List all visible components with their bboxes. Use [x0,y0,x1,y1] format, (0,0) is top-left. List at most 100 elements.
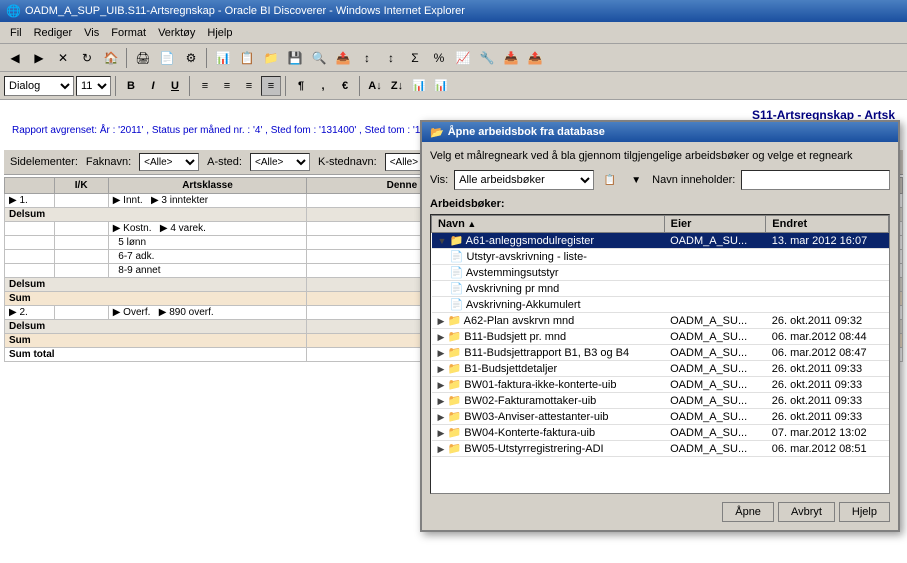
format-extra3[interactable]: € [335,76,355,96]
arbeidsbøker-label: Arbeidsbøker: [430,198,890,210]
tb2[interactable]: 📋 [236,47,258,69]
col-eier[interactable]: Eier [664,216,766,233]
stop-btn[interactable]: ✕ [52,47,74,69]
tb11[interactable]: 📈 [452,47,474,69]
col-endret[interactable]: Endret [766,216,889,233]
dialog-vis-row: Vis: Alle arbeidsbøker 📋 ▼ Navn innehold… [430,170,890,190]
home-btn[interactable]: 🏠 [100,47,122,69]
sep5 [285,76,287,96]
format-extra2[interactable]: , [313,76,333,96]
navn-input[interactable] [741,170,890,190]
workbook-row[interactable]: 📄 Avstemmingsutstyr [432,265,889,281]
menu-vis[interactable]: Vis [78,25,105,41]
title-text: OADM_A_SUP_UIB.S11-Artsregnskap - Oracle… [25,5,465,17]
workbook-name: ▶ 📁 BW03-Anviser-attestanter-uib [432,409,665,425]
align-right-btn[interactable]: ≡ [239,76,259,96]
format-extra5[interactable]: Z↓ [387,76,407,96]
tb6[interactable]: 📤 [332,47,354,69]
title-bar: 🌐 OADM_A_SUP_UIB.S11-Artsregnskap - Orac… [0,0,907,22]
tb5[interactable]: 🔍 [308,47,330,69]
workbook-row[interactable]: ▼ 📁 A61-anleggsmodulregisterOADM_A_SU...… [432,233,889,249]
workbook-row[interactable]: 📄 Avskrivning-Akkumulert [432,297,889,313]
dialog-icon: 📂 [430,126,444,139]
workbook-row[interactable]: ▶ 📁 BW05-Utstyrregistrering-ADIOADM_A_SU… [432,441,889,457]
workbook-modified: 06. mar.2012 08:51 [766,441,889,457]
workbook-name: 📄 Avstemmingsutstyr [432,265,665,281]
menu-hjelp[interactable]: Hjelp [201,25,238,41]
bold-btn[interactable]: B [121,76,141,96]
workbook-name: ▶ 📁 BW05-Utstyrregistrering-ADI [432,441,665,457]
workbook-name: ▶ 📁 BW02-Fakturamottaker-uib [432,393,665,409]
vis-select[interactable]: Alle arbeidsbøker [454,170,594,190]
menu-format[interactable]: Format [105,25,152,41]
dialog-title-bar: 📂 Åpne arbeidsbok fra database [422,122,898,142]
menu-fil[interactable]: Fil [4,25,28,41]
tb12[interactable]: 🔧 [476,47,498,69]
help-btn[interactable]: Hjelp [839,502,890,522]
format-extra1[interactable]: ¶ [291,76,311,96]
align-center-btn[interactable]: ≡ [217,76,237,96]
workbook-name: 📄 Avskrivning pr mnd [432,281,665,297]
workbook-owner [664,249,766,265]
align-left-btn[interactable]: ≡ [195,76,215,96]
cancel-btn[interactable]: Avbryt [778,502,835,522]
sep2 [206,48,208,68]
tb10[interactable]: % [428,47,450,69]
dialog-description: Velg et målregneark ved å bla gjennom ti… [430,150,890,162]
workbook-owner [664,265,766,281]
main-toolbar: ◀ ▶ ✕ ↻ 🏠 🖨 📄 ⚙ 📊 📋 📁 💾 🔍 📤 ↕ ↕ Σ % 📈 🔧 … [0,44,907,72]
workbook-owner: OADM_A_SU... [664,393,766,409]
tb3[interactable]: 📁 [260,47,282,69]
workbook-list[interactable]: Navn Eier Endret ▼ 📁 A61-anleggsmodulreg… [430,214,890,494]
back-btn[interactable]: ◀ [4,47,26,69]
format-extra6[interactable]: 📊 [409,76,429,96]
underline-btn[interactable]: U [165,76,185,96]
tb4[interactable]: 💾 [284,47,306,69]
open-btn[interactable]: Åpne [722,502,774,522]
main-content: S11-Artsregnskap - Artsk Rapport avgrens… [0,100,907,563]
workbook-name: ▶ 📁 BW04-Konterte-faktura-uib [432,425,665,441]
menu-verktoy[interactable]: Verktøy [152,25,201,41]
workbook-row[interactable]: ▶ 📁 BW02-Fakturamottaker-uibOADM_A_SU...… [432,393,889,409]
tb7[interactable]: ↕ [356,47,378,69]
refresh-btn[interactable]: ↻ [76,47,98,69]
sep6 [359,76,361,96]
format-extra7[interactable]: 📊 [431,76,451,96]
workbook-name: 📄 Avskrivning-Akkumulert [432,297,665,313]
workbook-row[interactable]: ▶ 📁 B11-Budsjett pr. mndOADM_A_SU...06. … [432,329,889,345]
tb1[interactable]: 📊 [212,47,234,69]
workbook-row[interactable]: 📄 Utstyr-avskrivning - liste- [432,249,889,265]
vis-icon-btn[interactable]: 📋 [600,170,620,190]
workbook-modified [766,297,889,313]
tb14[interactable]: 📤 [524,47,546,69]
vis-icon-btn2[interactable]: ▼ [626,170,646,190]
workbook-owner: OADM_A_SU... [664,361,766,377]
format-toolbar: Dialog 11 B I U ≡ ≡ ≡ ≡ ¶ , € A↓ Z↓ 📊 📊 [0,72,907,100]
italic-btn[interactable]: I [143,76,163,96]
workbook-row[interactable]: ▶ 📁 BW04-Konterte-faktura-uibOADM_A_SU..… [432,425,889,441]
fontsize-select[interactable]: 11 [76,76,111,96]
menu-rediger[interactable]: Rediger [28,25,79,41]
format-extra4[interactable]: A↓ [365,76,385,96]
workbook-row[interactable]: ▶ 📁 B1-BudsjettdetaljerOADM_A_SU...26. o… [432,361,889,377]
workbook-row[interactable]: ▶ 📁 BW03-Anviser-attestanter-uibOADM_A_S… [432,409,889,425]
page-btn[interactable]: 📄 [156,47,178,69]
tools-btn[interactable]: ⚙ [180,47,202,69]
workbook-row[interactable]: ▶ 📁 BW01-faktura-ikke-konterte-uibOADM_A… [432,377,889,393]
tb9[interactable]: Σ [404,47,426,69]
workbook-row[interactable]: 📄 Avskrivning pr mnd [432,281,889,297]
print-btn[interactable]: 🖨 [132,47,154,69]
workbook-modified: 13. mar 2012 16:07 [766,233,889,249]
workbook-modified [766,249,889,265]
style-select[interactable]: Dialog [4,76,74,96]
tb8[interactable]: ↕ [380,47,402,69]
forward-btn[interactable]: ▶ [28,47,50,69]
tb13[interactable]: 📥 [500,47,522,69]
vis-label: Vis: [430,174,448,186]
workbook-row[interactable]: ▶ 📁 A62-Plan avskrvn mndOADM_A_SU...26. … [432,313,889,329]
col-navn[interactable]: Navn [432,216,665,233]
workbook-owner: OADM_A_SU... [664,233,766,249]
workbook-owner [664,297,766,313]
workbook-row[interactable]: ▶ 📁 B11-Budsjettrapport B1, B3 og B4OADM… [432,345,889,361]
align-justify-btn[interactable]: ≡ [261,76,281,96]
